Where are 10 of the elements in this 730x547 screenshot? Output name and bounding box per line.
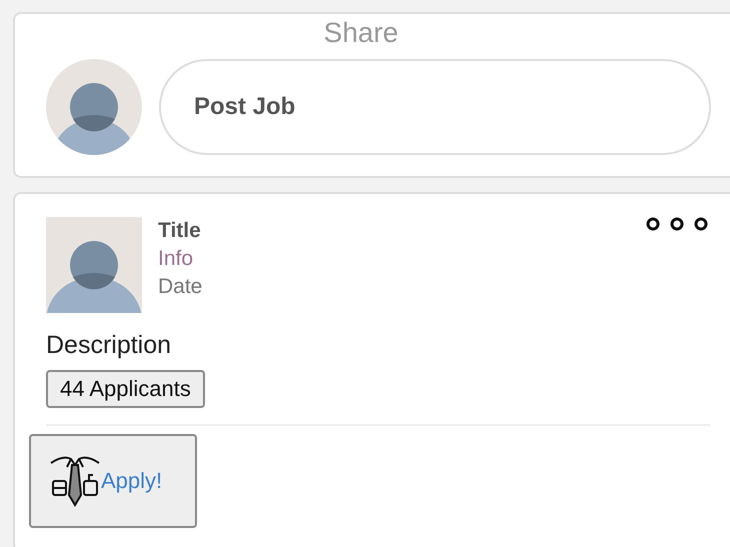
job-date: Date bbox=[158, 274, 202, 300]
avatar-icon bbox=[46, 217, 142, 313]
post-job-button[interactable]: Post Job bbox=[159, 59, 711, 155]
job-title: Title bbox=[158, 218, 202, 244]
share-title: Share bbox=[322, 17, 400, 49]
job-description: Description bbox=[46, 331, 172, 360]
applicants-button[interactable]: 44 Applicants bbox=[46, 370, 205, 408]
more-options-icon[interactable] bbox=[646, 217, 708, 231]
job-info: Info bbox=[158, 246, 194, 272]
apply-button[interactable]: Apply! bbox=[29, 434, 197, 528]
